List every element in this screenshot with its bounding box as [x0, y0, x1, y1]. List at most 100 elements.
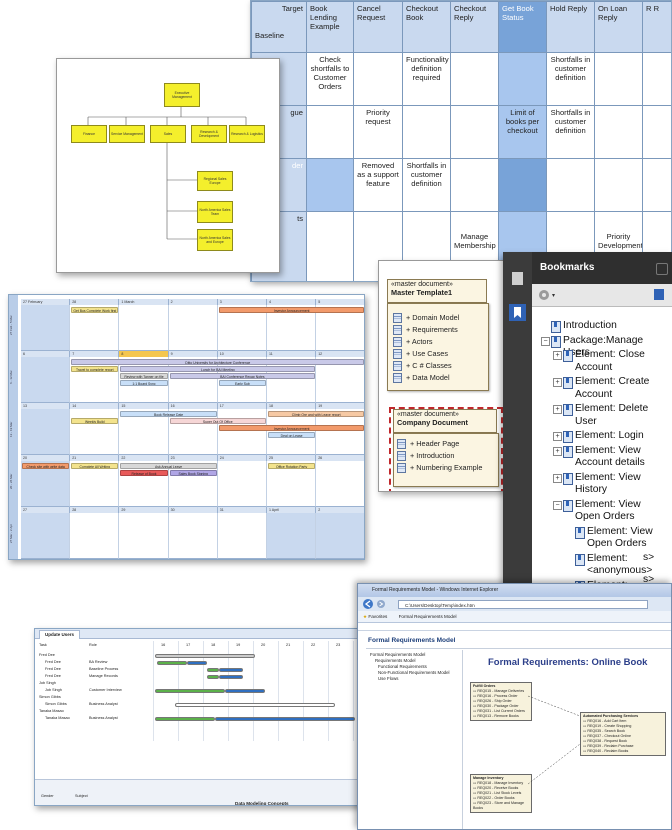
bookmark-item[interactable]: Element: View Open Orders [575, 499, 668, 524]
calendar-day-cell[interactable] [119, 513, 169, 559]
gantt-task-bar[interactable] [215, 717, 355, 721]
gantt-task-label[interactable]: Job Singh [39, 681, 56, 685]
calendar-day-cell[interactable] [70, 409, 120, 455]
calendar-day-cell[interactable] [21, 305, 71, 351]
calendar-day-cell[interactable] [217, 513, 267, 559]
calendar-event[interactable]: Ditto University for Architecture Confer… [71, 359, 364, 365]
package-manage-inventory[interactable]: Manage Inventory ▭ REQ018 - Manage Invent… [470, 774, 532, 813]
calendar-event[interactable]: Early Sub [218, 380, 266, 386]
matrix-cell[interactable]: Limit of books per checkout [498, 105, 547, 159]
requirement-item[interactable]: ▭ REQ040 - Reclaim Books [583, 749, 663, 754]
org-node[interactable]: North America Sales Team [197, 201, 233, 223]
matrix-column-header[interactable]: Cancel Request [353, 1, 403, 53]
calendar-day-header[interactable]: 5 [316, 299, 364, 305]
matrix-column-header[interactable]: Hold Reply [546, 1, 595, 53]
matrix-cell[interactable] [594, 105, 643, 159]
matrix-cell[interactable]: Shortfalls in customer definition [546, 105, 595, 159]
calendar-day-cell[interactable] [316, 461, 364, 507]
gantt-role-label[interactable]: Manage Records [89, 674, 118, 678]
calendar-event[interactable]: Complete All Writing [71, 463, 119, 469]
master-doc-1-item[interactable]: + Requirements [393, 325, 458, 336]
package-automated-purchasing[interactable]: Automated Purchasing Services ▭ REQ016 - … [580, 712, 666, 756]
calendar-day-header[interactable]: 17 [217, 403, 267, 409]
calendar-day-header[interactable]: 12 [316, 351, 364, 357]
matrix-cell[interactable] [498, 52, 547, 106]
matrix-column-header[interactable]: R R [642, 1, 671, 53]
gantt-task-label[interactable]: Fred Dee [45, 660, 61, 664]
address-bar[interactable]: C:\Users\Desktop\Temp\index.htm [398, 600, 648, 609]
gantt-role-label[interactable]: Customer Interview [89, 688, 122, 692]
calendar-event[interactable]: 1:1 Board Sync [120, 380, 168, 386]
gantt-task-label[interactable]: Simon Gibbs [45, 702, 67, 706]
new-bookmark-icon[interactable] [654, 289, 664, 300]
expand-icon[interactable]: + [553, 473, 562, 483]
matrix-column-header[interactable]: Checkout Reply [450, 1, 499, 53]
org-node[interactable]: Regional Sales Europe [197, 171, 233, 191]
gantt-task-label[interactable]: Tanaka Masao [39, 709, 64, 713]
calendar-day-header[interactable]: 11 [267, 351, 317, 357]
gantt-task-label[interactable]: Tanaka Masao [45, 716, 70, 720]
calendar-event[interactable]: Get Bus Complete Work first [71, 307, 119, 313]
calendar-event[interactable]: BAI Conference Recap Notes [169, 373, 316, 379]
calendar-day-header[interactable]: 6 [21, 351, 71, 357]
calendar-day-header[interactable]: 24 [217, 455, 267, 461]
expand-icon[interactable]: + [553, 432, 562, 441]
matrix-cell[interactable] [450, 105, 499, 159]
calendar-day-header[interactable]: 29 [119, 507, 169, 513]
matrix-cell[interactable] [450, 52, 499, 106]
calendar-event[interactable]: Investor Announcement [218, 307, 364, 313]
matrix-cell[interactable]: Shortfalls in customer definition [402, 158, 451, 212]
bookmark-item[interactable]: Element: Delete User [575, 403, 668, 428]
calendar-day-header[interactable]: 28 [70, 507, 120, 513]
calendar-day-cell[interactable] [316, 513, 364, 559]
gantt-task-label[interactable]: Fred Dee [45, 674, 61, 678]
master-doc-2-item[interactable]: + Header Page [397, 439, 459, 450]
calendar-day-header[interactable]: 16 [168, 403, 218, 409]
page-thumbnails-icon[interactable] [512, 272, 523, 285]
bookmark-item[interactable]: Element: Login [575, 430, 668, 443]
calendar-event[interactable]: Sales Book Signing [169, 470, 217, 476]
calendar-day-header[interactable]: 28 [70, 299, 120, 305]
calendar-day-header[interactable]: 1 March [119, 299, 169, 305]
calendar-day-header[interactable]: 7 [70, 351, 120, 357]
master-doc-1-item[interactable]: + Actors [393, 337, 433, 348]
gantt-task-bar[interactable] [187, 661, 207, 665]
back-button[interactable] [363, 599, 373, 609]
org-node[interactable]: Research & Logistics [229, 125, 265, 143]
matrix-cell[interactable]: Shortfalls in customer definition [546, 52, 595, 106]
calendar-day-header[interactable]: 4 [267, 299, 317, 305]
calendar-day-header[interactable]: 10 [217, 351, 267, 357]
master-doc-1-item[interactable]: + Domain Model [393, 313, 459, 324]
expand-icon[interactable]: + [553, 446, 562, 456]
calendar-day-header[interactable]: 18 [267, 403, 317, 409]
gantt-role-label[interactable]: Business Analyst [89, 716, 118, 720]
matrix-cell[interactable]: Priority request [353, 105, 403, 159]
bookmark-item[interactable]: Element: View Open Orders [587, 526, 668, 551]
gantt-task-bar[interactable] [207, 675, 219, 679]
calendar-day-cell[interactable] [119, 305, 169, 351]
matrix-cell-selected[interactable] [498, 158, 547, 212]
matrix-cell[interactable]: Check shortfalls to Customer Orders [306, 52, 354, 106]
calendar-day-cell[interactable] [267, 513, 317, 559]
requirement-item[interactable]: ▭ REQ023 - Store and Manage Books [473, 801, 529, 811]
forward-button[interactable] [377, 600, 385, 608]
matrix-cell[interactable] [594, 158, 643, 212]
master-doc-1-item[interactable]: + C # Classes [393, 361, 452, 372]
gantt-tab[interactable]: Update Users [39, 630, 81, 639]
bookmark-item[interactable]: Element: View Account details [575, 445, 668, 470]
calendar-day-header[interactable]: 21 [70, 455, 120, 461]
bookmark-item[interactable]: Element: View History [575, 472, 668, 497]
calendar-event[interactable]: Climb Ore and with Leave report [268, 411, 364, 417]
favorites-button[interactable]: Favorites [368, 614, 387, 619]
matrix-cell[interactable] [546, 158, 595, 212]
master-doc-2-tab[interactable]: «master document» Company Document [393, 409, 497, 433]
gantt-task-bar[interactable] [175, 703, 335, 707]
matrix-column-header[interactable]: Book Lending Example [306, 1, 354, 53]
bookmark-item[interactable]: Element: Close Account [575, 349, 668, 374]
collapse-icon[interactable]: − [541, 336, 550, 346]
master-doc-2-item[interactable]: + Numbering Example [397, 463, 482, 474]
expand-icon[interactable]: + [553, 378, 562, 387]
favorites-tab[interactable]: Formal Requirements Model [399, 614, 457, 619]
bookmark-item[interactable]: Element: Create Account [575, 376, 668, 401]
collapse-icon[interactable]: − [553, 500, 562, 510]
